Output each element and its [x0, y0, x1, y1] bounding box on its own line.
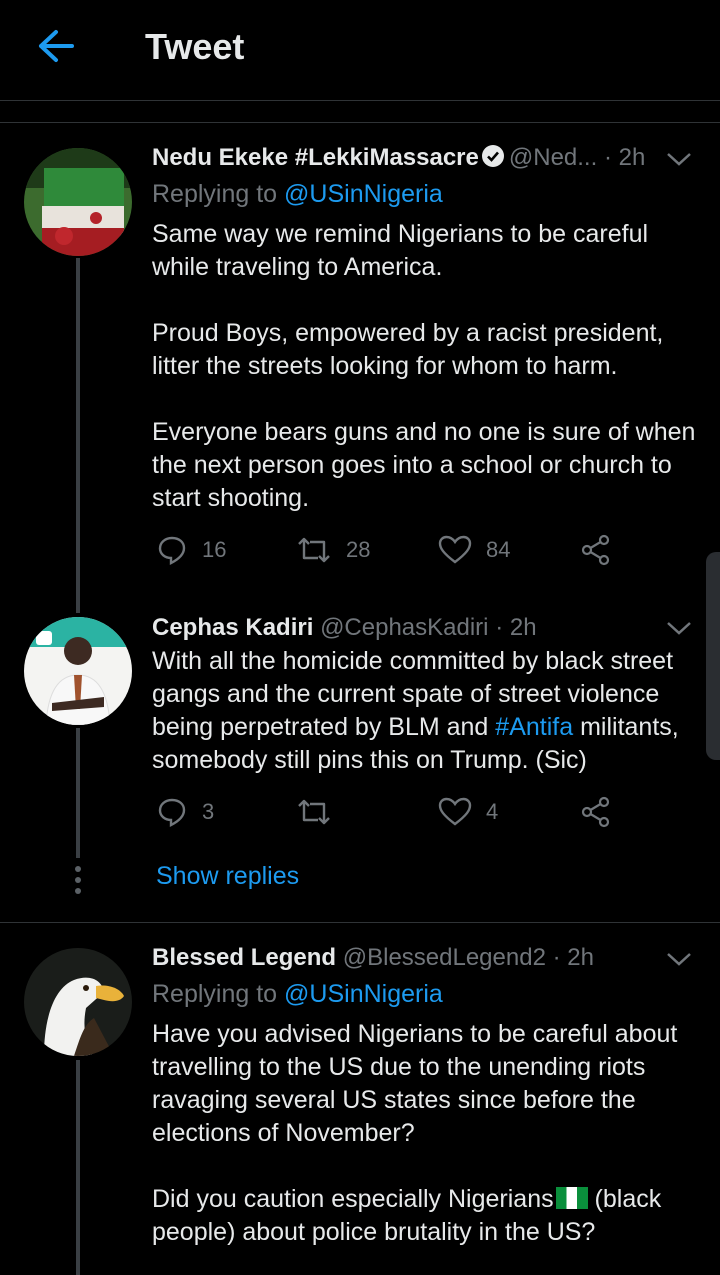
- like-count: 84: [486, 537, 511, 562]
- timestamp: · 2h: [552, 944, 594, 971]
- more-replies-dots: [75, 866, 81, 899]
- like-button[interactable]: 4: [438, 796, 498, 828]
- author-handle[interactable]: @Ned...: [509, 144, 597, 171]
- retweet-icon: [298, 799, 330, 825]
- reply-icon: [158, 798, 186, 827]
- chevron-down-icon[interactable]: [666, 620, 692, 636]
- retweet-button[interactable]: 28: [296, 534, 370, 566]
- divider: [0, 922, 720, 923]
- author-name[interactable]: Nedu Ekeke #LekkiMassacre: [152, 144, 479, 171]
- like-button[interactable]: 84: [438, 534, 510, 566]
- reply-button[interactable]: 3: [156, 796, 214, 828]
- avatar[interactable]: [24, 148, 132, 256]
- nigeria-flag-emoji: [555, 1187, 588, 1209]
- mention-link[interactable]: @USinNigeria: [284, 980, 443, 1008]
- reply-button[interactable]: 16: [156, 534, 226, 566]
- author-name[interactable]: Blessed Legend: [152, 944, 336, 971]
- like-count: 4: [486, 799, 499, 824]
- tweet-text: With all the homicide committed by black…: [152, 647, 679, 774]
- avatar[interactable]: [24, 948, 132, 1056]
- heart-icon: [438, 535, 472, 564]
- show-replies-link[interactable]: Show replies: [156, 862, 299, 891]
- share-icon: [581, 534, 610, 566]
- thread-line: [76, 258, 80, 613]
- divider: [0, 122, 720, 123]
- author-handle[interactable]: @BlessedLegend2: [343, 944, 546, 971]
- thread-line: [76, 1060, 80, 1275]
- avatar[interactable]: [24, 617, 132, 725]
- back-arrow-icon[interactable]: [36, 28, 76, 64]
- mention-link[interactable]: @USinNigeria: [284, 180, 443, 208]
- verified-badge-icon: [481, 145, 504, 167]
- chevron-down-icon[interactable]: [666, 151, 692, 167]
- retweet-button[interactable]: [296, 796, 346, 828]
- author-handle[interactable]: @CephasKadiri: [320, 614, 488, 641]
- tweet-actions: 3 4: [152, 796, 622, 836]
- reply-count: 16: [202, 537, 227, 562]
- replying-to: Replying to @USinNigeria: [152, 980, 443, 1008]
- timestamp: · 2h: [495, 614, 537, 641]
- share-icon: [581, 796, 610, 828]
- tweet-actions: 16 28 84: [152, 534, 622, 574]
- top-bar: Tweet: [0, 0, 720, 101]
- reply-count: 3: [202, 799, 215, 824]
- author-name[interactable]: Cephas Kadiri: [152, 614, 313, 641]
- hashtag-link[interactable]: #Antifa: [495, 713, 573, 741]
- tweet-text: Same way we remind Nigerians to be caref…: [152, 220, 696, 512]
- heart-icon: [438, 797, 472, 826]
- scrollbar-thumb[interactable]: [706, 552, 720, 760]
- share-button[interactable]: [580, 534, 626, 566]
- page-title: Tweet: [145, 26, 245, 67]
- timestamp: · 2h: [603, 144, 646, 171]
- retweet-icon: [298, 537, 330, 563]
- reply-icon: [158, 536, 186, 565]
- thread-line: [76, 728, 80, 858]
- retweet-count: 28: [346, 537, 371, 562]
- tweet-text: Have you advised Nigerians to be careful…: [152, 1020, 678, 1246]
- chevron-down-icon[interactable]: [666, 951, 692, 967]
- replying-to: Replying to @USinNigeria: [152, 180, 443, 208]
- share-button[interactable]: [580, 796, 626, 828]
